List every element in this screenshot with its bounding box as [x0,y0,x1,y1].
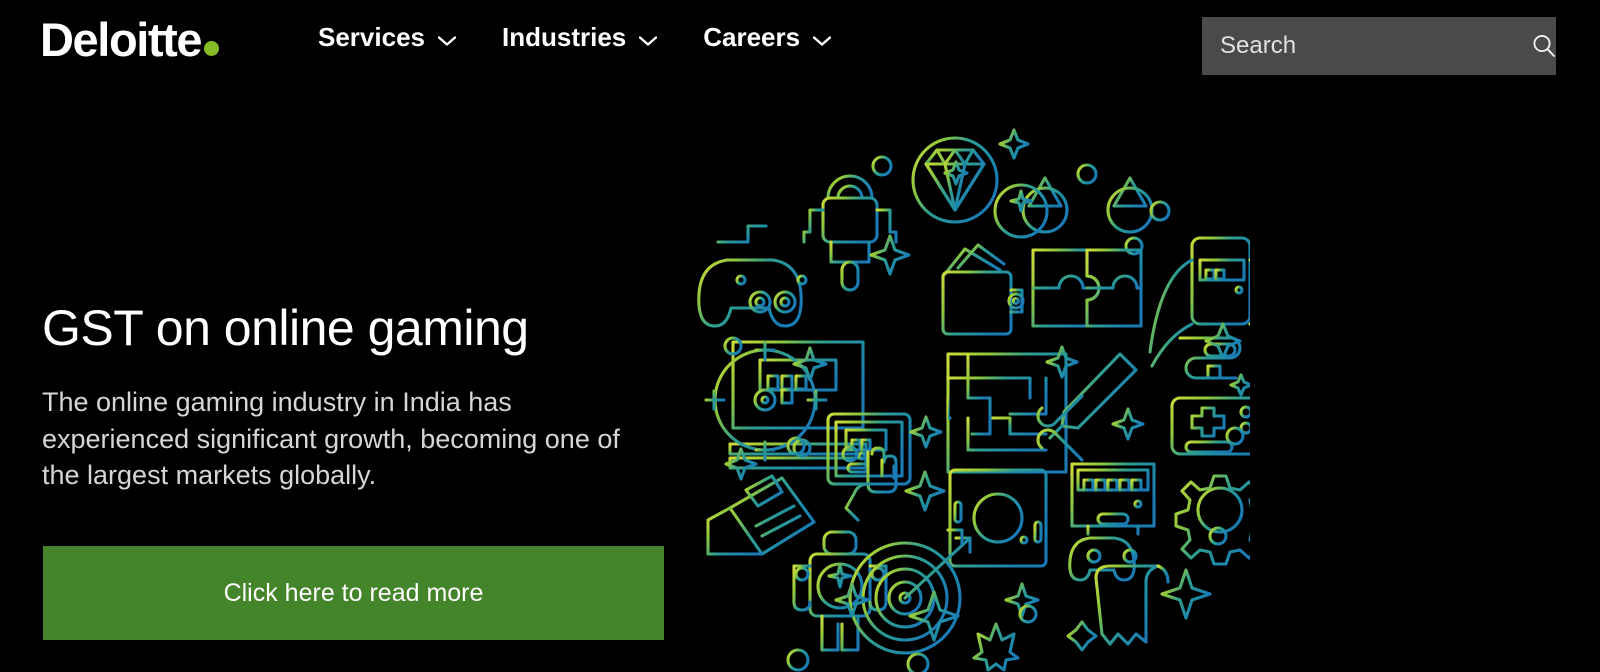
maze-icon [946,352,1068,474]
deloitte-logo[interactable]: Deloitte [40,13,220,66]
chevron-down-icon [639,35,658,46]
sparkle-icon [1066,620,1098,652]
astronaut-icon [792,530,888,652]
online-gaming-illustration [690,98,1250,672]
circle-dot-icon [906,652,930,672]
read-more-button[interactable]: Click here to read more [43,546,664,640]
sparkle-icon [1160,568,1212,620]
search-box[interactable] [1202,17,1556,75]
hero-description: The online gaming industry in India has … [42,387,620,491]
dartboard-arrow-icon [848,528,972,655]
chevron-down-icon [437,35,456,46]
game-controller-icon [697,224,814,328]
diamond-in-circle-icon [911,136,999,224]
nav-item-services[interactable]: Services [318,22,456,53]
football-pitch-icon [948,468,1048,568]
site-header: Deloitte Services Industries Careers Sea… [0,0,1600,92]
search-icon[interactable] [1530,32,1558,60]
sword-icon [1036,352,1138,462]
puzzle-icon [1031,248,1143,328]
logo-wordmark: Deloitte [40,13,203,66]
tv-console-icon [1068,462,1156,582]
sparkle-icon [1111,407,1145,441]
sparkle-icon [1045,345,1079,379]
circle-dot-icon [786,648,810,672]
sparkle-icon [904,470,946,512]
sparkle-in-circle-icon [993,183,1049,239]
page-title: GST on online gaming [42,300,529,356]
circle-dot-icon [871,155,893,177]
sparkle-icon [998,128,1030,160]
nav-item-careers[interactable]: Careers [703,22,832,53]
nav-item-industries[interactable]: Industries [501,22,658,53]
logo-dot-icon [204,41,220,56]
spaceship-icon [972,602,1020,672]
nav-item-label: Careers [703,22,801,52]
hero-text-block: GST on online gaming The online gaming i… [42,300,682,640]
circle-dot-icon [1225,426,1245,446]
nav-item-label: Industries [501,22,627,52]
robot-icon [802,174,898,292]
chevron-down-icon [813,35,832,46]
circle-dot-icon [1149,200,1171,222]
sparkle-icon [909,415,943,449]
main-navigation: Services Industries Careers [318,22,832,53]
gear-icon [1174,474,1250,566]
wallet-icon [941,243,1025,336]
page-root: Deloitte Services Industries Careers Sea… [0,0,1600,672]
sparkle-icon [869,234,911,276]
search-input[interactable] [1220,32,1530,60]
credit-cards-icon [706,474,816,556]
nav-item-label: Services [318,22,425,52]
